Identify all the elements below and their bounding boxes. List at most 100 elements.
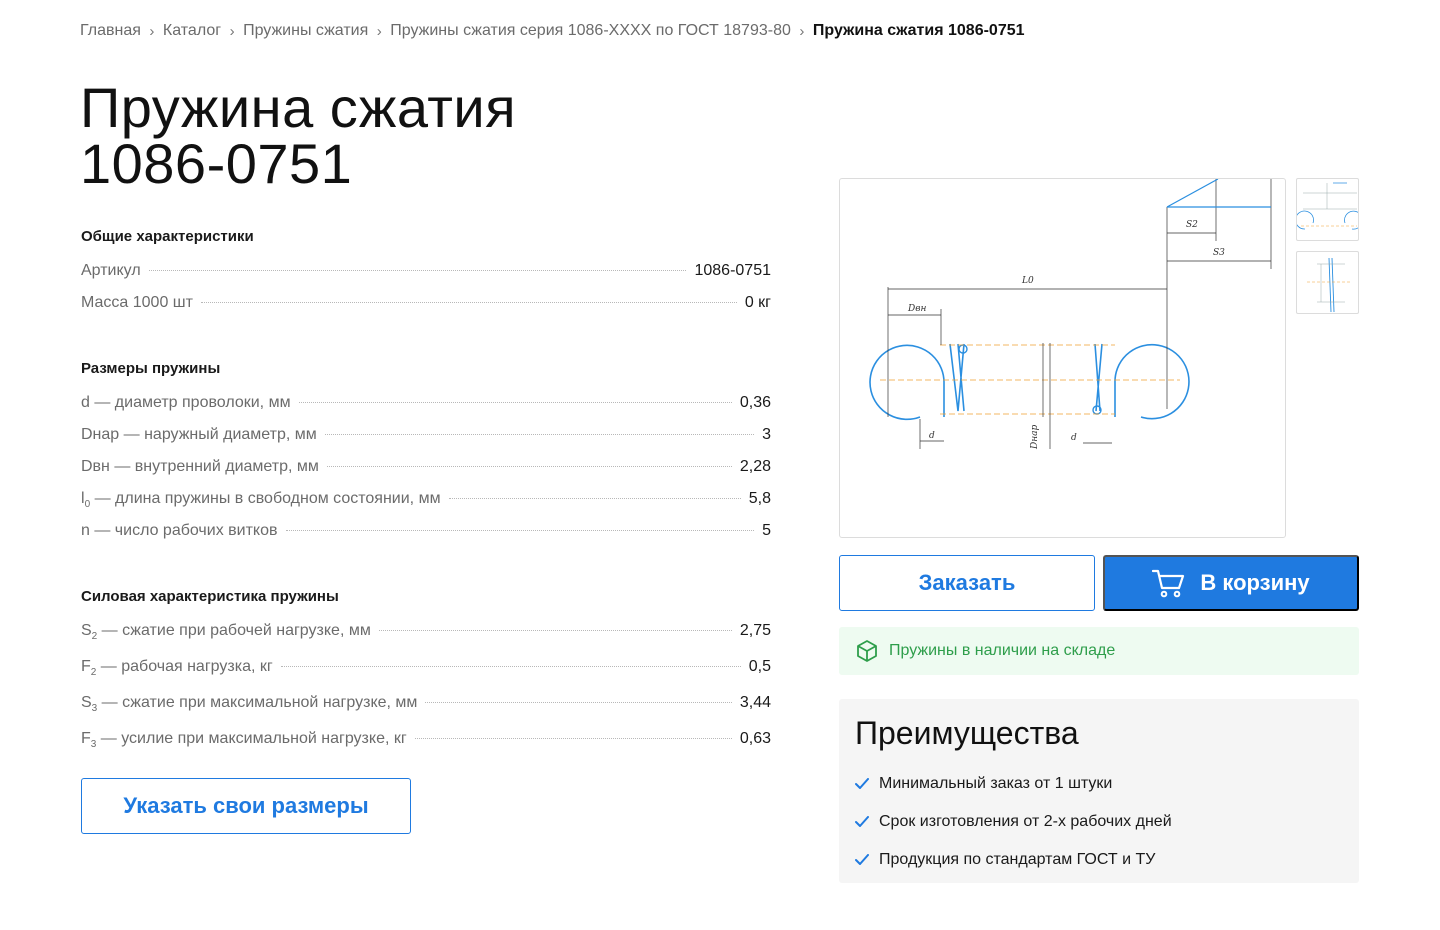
advantage-text: Продукция по стандартам ГОСТ и ТУ	[879, 851, 1156, 868]
thumbnail-2[interactable]	[1296, 251, 1359, 314]
advantage-text: Срок изготовления от 2-х рабочих дней	[879, 813, 1172, 830]
spec-label-rest: — сжатие при рабочей нагрузке, мм	[97, 622, 371, 639]
check-icon	[855, 854, 869, 865]
spec-label-rest: — усилие при максимальной нагрузке, кг	[96, 730, 407, 747]
spring-drawing-svg: L0 Dвн S2 S3 d d Dнар	[869, 179, 1272, 450]
spec-label: S2 — сжатие при рабочей нагрузке, мм	[81, 622, 371, 642]
general-specs: Общие характеристики Артикул 1086-0751 М…	[81, 226, 771, 326]
spec-label-rest: — длина пружины в свободном состоянии, м…	[90, 490, 441, 507]
spec-value: 5	[762, 522, 771, 539]
label-Dnar: Dнар	[1030, 424, 1040, 450]
page-title-line1: Пружина сжатия	[80, 76, 517, 139]
spring-outline	[869, 343, 1190, 421]
spec-leader	[148, 270, 687, 271]
spec-value: 0,5	[748, 658, 771, 675]
size-specs-heading: Размеры пружины	[81, 360, 221, 377]
spec-row: n — число рабочих витков 5	[81, 522, 771, 554]
spec-row: S2 — сжатие при рабочей нагрузке, мм 2,7…	[81, 622, 771, 658]
custom-size-button[interactable]: Указать свои размеры	[81, 778, 411, 834]
spec-leader	[414, 738, 732, 739]
breadcrumb-series[interactable]: Пружины сжатия серия 1086-XXXX по ГОСТ 1…	[390, 22, 791, 40]
spec-row: F3 — усилие при максимальной нагрузке, к…	[81, 730, 771, 766]
spec-label-rest: — рабочая нагрузка, кг	[96, 658, 273, 675]
chevron-right-icon: ›	[376, 22, 382, 40]
stock-text: Пружины в наличии на складе	[889, 642, 1116, 659]
spec-value: 1086-0751	[694, 262, 771, 279]
spec-leader	[378, 630, 732, 631]
spec-leader	[200, 302, 737, 303]
spec-leader	[298, 402, 732, 403]
force-specs: Силовая характеристика пружины S2 — сжат…	[81, 586, 771, 766]
spec-leader	[285, 530, 755, 531]
spec-value: 5,8	[748, 490, 771, 507]
label-d2: d	[1071, 433, 1077, 443]
thumbnail-1[interactable]	[1296, 178, 1359, 241]
page-title: Пружина сжатия 1086-0751	[80, 80, 700, 192]
size-specs: Размеры пружины d — диаметр проволоки, м…	[81, 358, 771, 554]
spec-label: l0 — длина пружины в свободном состоянии…	[81, 490, 441, 510]
spec-label-main: F	[81, 730, 91, 747]
thumbnail-drawing	[1297, 182, 1358, 230]
spec-row: S3 — сжатие при максимальной нагрузке, м…	[81, 694, 771, 730]
product-drawing[interactable]: L0 Dвн S2 S3 d d Dнар	[839, 178, 1286, 538]
spec-leader	[425, 702, 732, 703]
breadcrumb: Главная › Каталог › Пружины сжатия › Пру…	[80, 22, 1025, 40]
spec-value: 3	[762, 426, 771, 443]
dimension-accent	[1166, 179, 1271, 208]
spec-label: Dвн — внутренний диаметр, мм	[81, 458, 319, 475]
spec-leader	[448, 498, 741, 499]
dimension-labels: L0 Dвн S2 S3 d d Dнар	[907, 220, 1225, 450]
spec-row: Dнар — наружный диаметр, мм 3	[81, 426, 771, 458]
spec-leader	[326, 466, 732, 467]
spec-label: Масса 1000 шт	[81, 294, 193, 311]
advantage-item: Минимальный заказ от 1 штуки	[855, 765, 1343, 803]
spec-label: S3 — сжатие при максимальной нагрузке, м…	[81, 694, 417, 714]
chevron-right-icon: ›	[149, 22, 155, 40]
check-icon	[855, 778, 869, 789]
spec-leader	[324, 434, 755, 435]
breadcrumb-compression-springs[interactable]: Пружины сжатия	[243, 22, 368, 40]
axis-lines	[880, 344, 1180, 415]
label-Dvn: Dвн	[907, 304, 926, 314]
advantages-heading: Преимущества	[855, 715, 1079, 751]
force-specs-heading: Силовая характеристика пружины	[81, 588, 339, 605]
advantage-item: Срок изготовления от 2-х рабочих дней	[855, 803, 1343, 841]
general-specs-heading: Общие характеристики	[81, 228, 254, 245]
spec-value: 0,63	[739, 730, 771, 747]
chevron-right-icon: ›	[799, 22, 805, 40]
page-title-line2: 1086-0751	[80, 132, 353, 195]
spec-label: F3 — усилие при максимальной нагрузке, к…	[81, 730, 407, 750]
spec-leader	[280, 666, 741, 667]
spec-value: 2,28	[739, 458, 771, 475]
spec-row: Dвн — внутренний диаметр, мм 2,28	[81, 458, 771, 490]
box-icon	[857, 640, 877, 662]
check-icon	[855, 816, 869, 827]
spec-row: Масса 1000 шт 0 кг	[81, 294, 771, 326]
spec-value: 3,44	[739, 694, 771, 711]
label-S2: S2	[1186, 220, 1198, 230]
spec-label: F2 — рабочая нагрузка, кг	[81, 658, 273, 678]
label-d: d	[929, 431, 935, 441]
spec-value: 0 кг	[744, 294, 771, 311]
add-to-cart-button[interactable]: В корзину	[1103, 555, 1359, 611]
advantages-panel: Преимущества Минимальный заказ от 1 штук…	[839, 699, 1359, 883]
breadcrumb-catalog[interactable]: Каталог	[163, 22, 221, 40]
label-L0: L0	[1021, 276, 1034, 286]
spec-label-main: F	[81, 658, 91, 675]
spec-label: n — число рабочих витков	[81, 522, 278, 539]
spec-label-main: S	[81, 694, 92, 711]
thumbnail-drawing	[1307, 257, 1352, 313]
breadcrumb-home[interactable]: Главная	[80, 22, 141, 40]
spec-value: 0,36	[739, 394, 771, 411]
advantage-text: Минимальный заказ от 1 штуки	[879, 775, 1113, 792]
stock-status: Пружины в наличии на складе	[839, 627, 1359, 675]
spec-label-rest: — сжатие при максимальной нагрузке, мм	[97, 694, 418, 711]
spec-row: F2 — рабочая нагрузка, кг 0,5	[81, 658, 771, 694]
spec-row: d — диаметр проволоки, мм 0,36	[81, 394, 771, 426]
label-S3: S3	[1213, 248, 1225, 258]
breadcrumb-current: Пружина сжатия 1086-0751	[812, 22, 1025, 39]
chevron-right-icon: ›	[229, 22, 235, 40]
dimension-lines	[887, 179, 1272, 449]
add-to-cart-label: В корзину	[1200, 570, 1310, 595]
order-button[interactable]: Заказать	[839, 555, 1095, 611]
